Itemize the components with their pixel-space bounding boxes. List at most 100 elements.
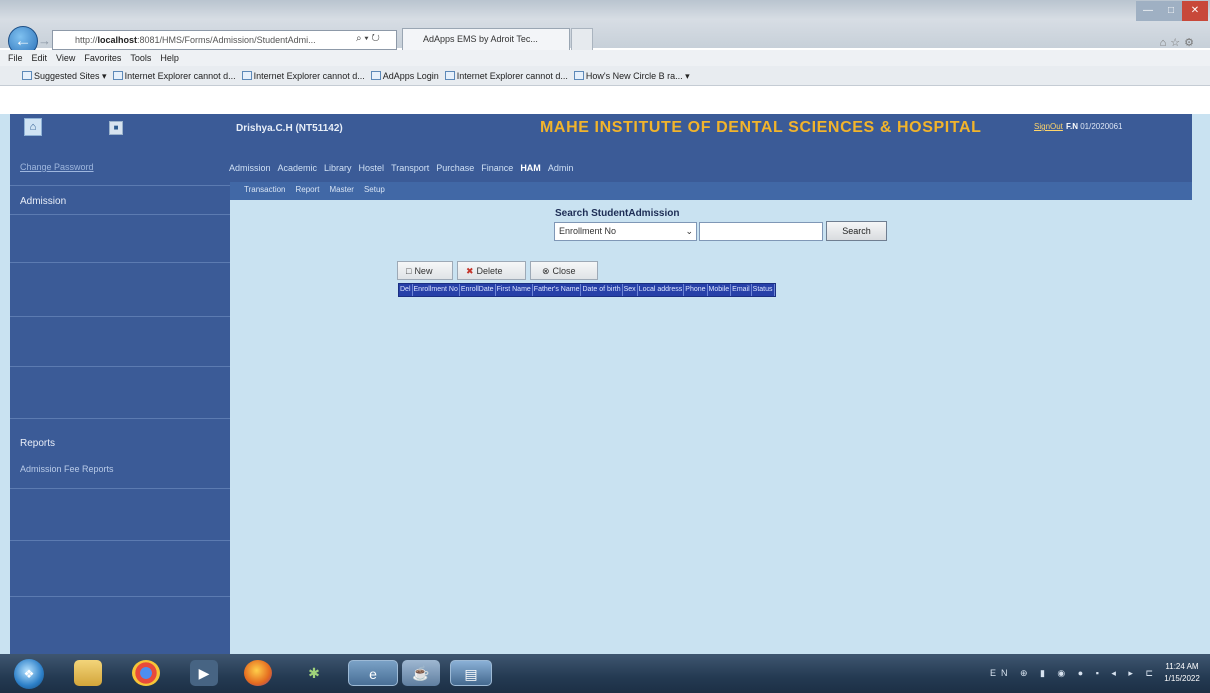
sidebar-divider [10,596,230,597]
nav-item-finance[interactable]: Finance [481,163,513,173]
nav-item-ham[interactable]: HAM [520,163,541,173]
browser-menu-item[interactable]: File [8,53,23,63]
maximize-icon[interactable]: □ [1160,1,1182,21]
address-host: localhost [97,35,138,45]
nav-item-admin[interactable]: Admin [548,163,574,173]
close-label: Close [552,266,576,276]
change-password-link[interactable]: Change Password [20,162,94,172]
favorite-page-icon [241,71,252,80]
favorites-bar: Suggested Sites ▾ Internet Explorer canno… [0,66,1210,86]
favorite-page-icon [22,71,32,80]
sidebar-item-admission-fee-reports[interactable]: Admission Fee Reports [20,464,114,474]
favorite-page-icon [573,71,584,80]
chevron-down-icon: ⌄ [685,226,693,236]
search-field-select[interactable]: Enrollment No ⌄ [554,222,697,241]
browser-tab[interactable]: AdApps EMS by Adroit Tec... [402,28,570,50]
sidebar-section-admission[interactable]: Admission [20,196,66,207]
favorite-link[interactable]: How's New Circle B ra... ▾ [573,71,690,81]
chrome-icon[interactable] [132,660,160,686]
sidebar [10,114,230,654]
favorite-link[interactable]: Internet Explorer cannot d... [444,71,568,81]
fn-label: F.N [1066,122,1078,131]
nav-item-hostel[interactable]: Hostel [359,163,385,173]
browser-menu-item[interactable]: View [56,53,75,63]
close-button[interactable]: ⊗ Close [530,261,598,280]
favorite-link[interactable]: Internet Explorer cannot d... [241,71,365,81]
address-controls[interactable]: ⌕ ▾ ↻ [356,33,380,44]
clock-date: 1/15/2022 [1164,674,1200,683]
delete-icon: ✖ [466,266,474,276]
sub-nav: Transaction Report Master Setup [230,182,1192,200]
app-window-icon[interactable]: ▤ [450,660,492,686]
home-icon[interactable]: ⌂ [24,118,42,136]
sidebar-divider [10,540,230,541]
grid-column-header[interactable]: EnrollDate [460,284,496,296]
grid-column-header[interactable]: Del [399,284,413,296]
sidebar-divider [10,214,230,215]
favorite-label: How's New Circle B ra... ▾ [585,71,690,81]
internet-explorer-icon[interactable]: e [348,660,398,686]
browser-menu-item[interactable]: Favorites [84,53,121,63]
grid-column-header[interactable]: Local address [638,284,685,296]
search-input[interactable] [699,222,823,241]
new-label: New [414,266,433,276]
system-tray[interactable]: EN ⊕ ▮ ◉ ● ▪ ◂ ▸ ⊏ [990,668,1158,679]
nav-item-academic[interactable]: Academic [278,163,318,173]
start-button-icon[interactable]: ❖ [14,659,44,689]
main-nav-items: Admission Academic Library Hostel Transport P… [229,163,580,173]
clock[interactable]: 11:24 AM 1/15/2022 [1160,661,1204,685]
browser-tool-icons[interactable]: ⌂☆⚙ [1160,36,1198,49]
address-path: :8081/HMS/Forms/Admission/StudentAdmi... [137,35,316,45]
favorite-label: Internet Explorer cannot d... [253,71,365,81]
close-icon[interactable]: ✕ [1182,1,1208,21]
java-icon[interactable]: ☕ [402,660,440,686]
sidebar-divider [10,366,230,367]
subnav-item-transaction[interactable]: Transaction [244,185,286,194]
favorite-label: Internet Explorer cannot d... [456,71,568,81]
delete-button[interactable]: ✖ Delete [457,261,526,280]
grid-column-header[interactable]: Sex [623,284,638,296]
browser-menu-item[interactable]: Tools [130,53,151,63]
minimize-icon[interactable]: — [1136,1,1160,21]
menu-toggle-icon[interactable]: ■ [109,121,123,135]
favorite-link[interactable]: Internet Explorer cannot d... [112,71,236,81]
forward-arrow-icon[interactable]: → [38,32,52,50]
folder-icon[interactable] [74,660,102,686]
new-tab-button[interactable] [571,28,593,50]
favorite-label: Internet Explorer cannot d... [124,71,236,81]
sidebar-section-reports[interactable]: Reports [20,438,55,449]
nav-item-transport[interactable]: Transport [391,163,429,173]
browser-menu-item[interactable]: Help [160,53,179,63]
new-button[interactable]: □ New [397,261,453,280]
browser-menu-item[interactable]: Edit [32,53,48,63]
nav-item-library[interactable]: Library [324,163,352,173]
signout-link[interactable]: SignOut [1034,122,1063,131]
grid-column-header[interactable]: Father's Name [533,284,582,296]
grid-column-header[interactable]: Phone [684,284,708,296]
grid-column-header[interactable]: Mobile [708,284,732,296]
firefox-icon[interactable] [244,660,272,686]
nav-item-purchase[interactable]: Purchase [436,163,474,173]
subnav-item-report[interactable]: Report [296,185,320,194]
nav-item-admission[interactable]: Admission [229,163,271,173]
grid-column-header[interactable]: Status [752,284,775,296]
grid-column-header[interactable]: Date of birth [581,284,623,296]
sidebar-divider [10,418,230,419]
favorite-link[interactable]: Suggested Sites ▾ [22,71,107,81]
subnav-item-setup[interactable]: Setup [364,185,385,194]
network-app-icon[interactable]: ✱ [300,660,328,686]
media-player-icon[interactable]: ▶ [190,660,218,686]
grid-header-row: Del Enrollment No EnrollDate First Name Fath… [398,283,776,297]
address-bar[interactable]: http://localhost:8081/HMS/Forms/Admissio… [52,30,397,50]
page-top-gap [0,86,1210,114]
browser-menubar: File Edit View Favorites Tools Help [0,50,1210,66]
favorite-link[interactable]: AdApps Login [370,71,439,81]
search-button[interactable]: Search [826,221,887,241]
grid-column-header[interactable]: Email [731,284,752,296]
grid-column-header[interactable]: Enrollment No [413,284,460,296]
grid-column-header[interactable]: First Name [496,284,533,296]
delete-label: Delete [476,266,503,276]
new-document-icon: □ [406,266,412,276]
subnav-item-master[interactable]: Master [330,185,354,194]
favorite-page-icon [112,71,123,80]
